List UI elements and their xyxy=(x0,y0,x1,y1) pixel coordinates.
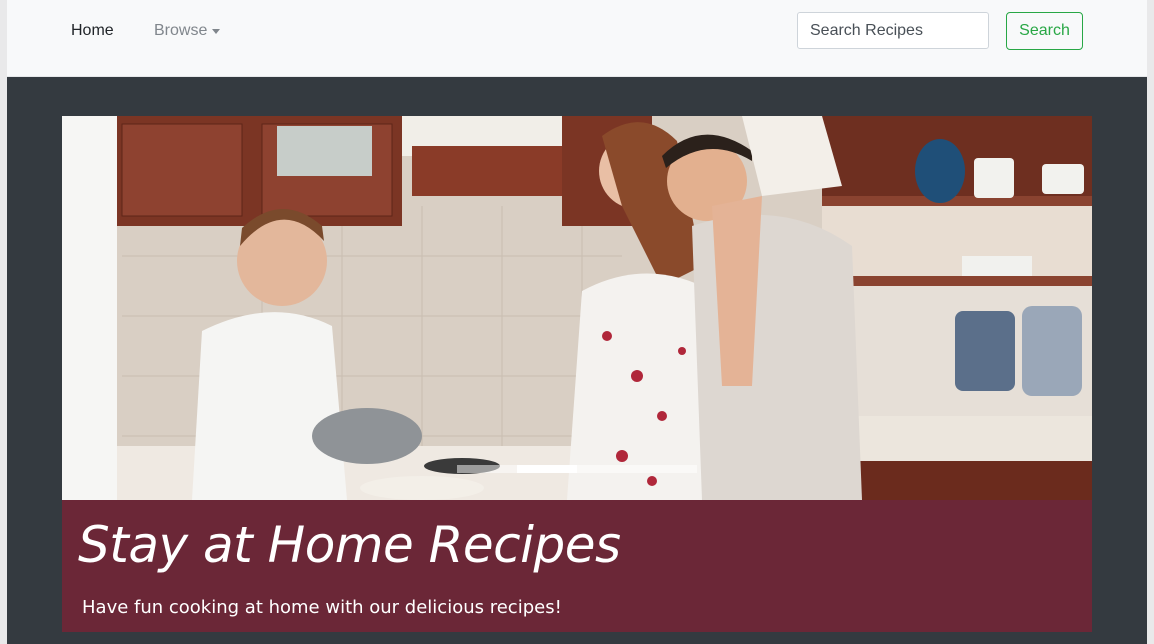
page: Home Browse Search Recipes Search Stay a… xyxy=(7,0,1147,644)
caption-subtitle: Have fun cooking at home with our delici… xyxy=(82,597,562,618)
caption-title: Stay at Home Recipes xyxy=(78,516,621,574)
search-input[interactable] xyxy=(797,12,989,49)
carousel-indicator-3[interactable] xyxy=(577,465,637,473)
carousel-image xyxy=(62,116,1092,500)
nav-browse-label: Browse xyxy=(154,22,208,39)
carousel-caption: Stay at Home Recipes Have fun cooking at… xyxy=(62,500,1092,632)
nav-browse-dropdown[interactable]: Browse xyxy=(154,21,221,41)
navbar: Home Browse Search xyxy=(7,0,1147,77)
carousel-indicators xyxy=(457,465,697,473)
kitchen-family-photo xyxy=(62,116,1092,500)
search-button[interactable]: Search xyxy=(1006,12,1083,50)
carousel-indicator-1[interactable] xyxy=(457,465,517,473)
nav-home-link[interactable]: Home xyxy=(71,21,114,41)
carousel-indicator-2[interactable] xyxy=(517,465,577,473)
caret-down-icon xyxy=(212,29,221,34)
carousel-indicator-4[interactable] xyxy=(637,465,697,473)
